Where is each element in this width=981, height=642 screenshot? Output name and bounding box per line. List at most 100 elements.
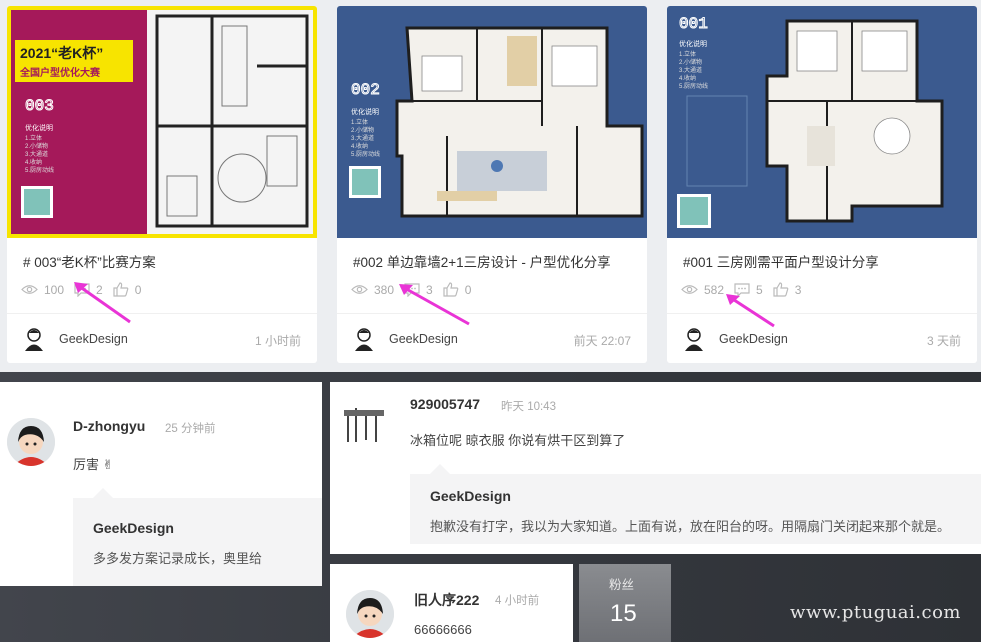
- views-count: 380: [374, 282, 395, 297]
- comments-count: 3: [426, 282, 433, 297]
- views-count: 100: [44, 282, 65, 297]
- reply-box: GeekDesign 多多发方案记录成长，奥里给: [73, 488, 322, 586]
- views-count: 582: [704, 282, 725, 297]
- comment-time: 25 分钟前: [165, 423, 216, 435]
- work-stats: 380 3 0: [351, 282, 481, 297]
- badge-line1: 2021“老K杯”: [20, 45, 103, 61]
- watermark: www.ptuguai.com: [790, 602, 961, 623]
- commenter-avatar[interactable]: [346, 590, 394, 638]
- likes-stat[interactable]: 0: [113, 282, 142, 297]
- notes-title: 优化说明: [351, 107, 379, 116]
- work-stats: 582 5 3: [681, 282, 811, 297]
- fans-count-box[interactable]: 粉丝 15: [579, 564, 671, 642]
- note-line: 1.立体: [351, 118, 368, 126]
- author[interactable]: GeekDesign: [21, 326, 128, 352]
- note-line: 2.小储物: [679, 58, 702, 66]
- reply-author[interactable]: GeekDesign: [430, 488, 511, 504]
- comment-icon: [734, 282, 750, 297]
- work-thumbnail[interactable]: 002 优化说明 1.立体 2.小储物 3.大通道 4.收纳 5.厨房动线: [337, 6, 647, 238]
- note-line: 3.大通道: [679, 66, 702, 74]
- post-time: 前天 22:07: [573, 334, 631, 348]
- comments-stat[interactable]: 5: [734, 283, 763, 297]
- author[interactable]: GeekDesign: [351, 326, 458, 352]
- work-stats: 100 2 0: [21, 282, 151, 297]
- note-line: 3.大通道: [25, 150, 48, 158]
- comment-text: 66666666: [414, 622, 472, 637]
- author-name[interactable]: GeekDesign: [59, 332, 128, 346]
- commenter-avatar[interactable]: [7, 418, 55, 466]
- note-line: 5.厨房动线: [679, 82, 708, 90]
- plan-number: 002: [351, 81, 380, 99]
- likes-stat[interactable]: 0: [443, 282, 472, 297]
- commenter-name[interactable]: D-zhongyu: [73, 418, 145, 434]
- comment-card: 929005747 昨天 10:43 冰箱位呢 晾衣服 你说有烘干区到算了 Ge…: [330, 382, 981, 554]
- fans-label: 粉丝: [609, 578, 635, 592]
- comments-stat[interactable]: 3: [404, 283, 433, 297]
- comment-text: 厉害 ✌: [73, 457, 114, 472]
- comment-time: 4 小时前: [495, 595, 540, 607]
- likes-stat[interactable]: 3: [773, 282, 802, 297]
- commenter-name[interactable]: 旧人序222: [414, 590, 479, 610]
- notes-title: 优化说明: [679, 39, 707, 48]
- note-line: 1.立体: [679, 50, 696, 58]
- note-line: 4.收纳: [679, 74, 696, 82]
- eye-icon: [21, 285, 38, 294]
- author-avatar[interactable]: [681, 326, 707, 352]
- comment-icon: [404, 282, 420, 297]
- divider: [337, 313, 647, 314]
- note-line: 4.收纳: [351, 142, 368, 150]
- comments-section: D-zhongyu 25 分钟前 厉害 ✌ GeekDesign 多多发方案记录…: [0, 372, 981, 642]
- author-avatar[interactable]: [351, 326, 377, 352]
- badge-line2: 全国户型优化大赛: [19, 66, 101, 79]
- likes-count: 3: [794, 282, 802, 297]
- work-title[interactable]: # 003“老K杯”比赛方案: [23, 251, 156, 271]
- work-card[interactable]: 001 优化说明 1.立体 2.小储物 3.大通道 4.收纳 5.厨房动线 #0…: [667, 6, 977, 363]
- eye-icon: [351, 285, 368, 294]
- note-line: 1.立体: [25, 134, 42, 142]
- post-time: 3 天前: [926, 334, 961, 348]
- reply-box: GeekDesign 抱歉没有打字，我以为大家知道。上面有说，放在阳台的呀。用隔…: [410, 464, 981, 544]
- author[interactable]: GeekDesign: [681, 326, 788, 352]
- comment-time: 昨天 10:43: [501, 401, 556, 413]
- eye-icon: [681, 285, 698, 294]
- thumbs-up-icon: [443, 282, 459, 297]
- author-name[interactable]: GeekDesign: [389, 332, 458, 346]
- commenter-name[interactable]: 929005747: [410, 396, 480, 412]
- plan-number: 001: [679, 15, 708, 33]
- views-stat: 380: [351, 283, 394, 297]
- comment-text: 冰箱位呢 晾衣服 你说有烘干区到算了: [410, 433, 626, 448]
- work-thumbnail[interactable]: 2021“老K杯” 全国户型优化大赛 003 优化说明 1.立体 2.小储物 3…: [7, 6, 317, 238]
- note-line: 5.厨房动线: [25, 166, 54, 174]
- comments-count: 2: [96, 282, 103, 297]
- reply-author[interactable]: GeekDesign: [93, 520, 174, 536]
- work-card[interactable]: 002 优化说明 1.立体 2.小储物 3.大通道 4.收纳 5.厨房动线 #0…: [337, 6, 647, 363]
- reply-text: 多多发方案记录成长，奥里给: [93, 551, 263, 566]
- work-title[interactable]: #002 单边靠墙2+1三房设计 - 户型优化分享: [353, 251, 611, 271]
- views-stat: 100: [21, 283, 64, 297]
- author-avatar[interactable]: [21, 326, 47, 352]
- comments-stat[interactable]: 2: [74, 283, 103, 297]
- divider: [7, 313, 317, 314]
- comment-card: 旧人序222 4 小时前 66666666: [330, 564, 573, 642]
- note-line: 3.大通道: [351, 134, 374, 142]
- note-line: 5.厨房动线: [351, 150, 380, 158]
- work-card[interactable]: 2021“老K杯” 全国户型优化大赛 003 优化说明 1.立体 2.小储物 3…: [7, 6, 317, 363]
- work-title[interactable]: #001 三房刚需平面户型设计分享: [683, 251, 879, 271]
- works-grid: 2021“老K杯” 全国户型优化大赛 0 0 3 优化说明 1.立体 2.小储物 3…: [0, 0, 981, 372]
- comments-count: 5: [756, 282, 763, 297]
- work-thumbnail[interactable]: 001 优化说明 1.立体 2.小储物 3.大通道 4.收纳 5.厨房动线: [667, 6, 977, 238]
- fans-number: 15: [610, 600, 637, 627]
- likes-count: 0: [464, 282, 472, 297]
- author-name[interactable]: GeekDesign: [719, 332, 788, 346]
- commenter-avatar[interactable]: [340, 398, 388, 446]
- note-line: 2.小储物: [351, 126, 374, 134]
- thumbs-up-icon: [113, 282, 129, 297]
- thumbs-up-icon: [773, 282, 789, 297]
- note-line: 4.收纳: [25, 158, 42, 166]
- notes-title: 优化说明: [25, 123, 53, 132]
- post-time: 1 小时前: [254, 334, 301, 348]
- divider: [667, 313, 977, 314]
- comment-card: D-zhongyu 25 分钟前 厉害 ✌ GeekDesign 多多发方案记录…: [0, 382, 322, 586]
- likes-count: 0: [134, 282, 142, 297]
- reply-text: 抱歉没有打字，我以为大家知道。上面有说，放在阳台的呀。用隔扇门关闭起来那个就是。: [430, 519, 951, 534]
